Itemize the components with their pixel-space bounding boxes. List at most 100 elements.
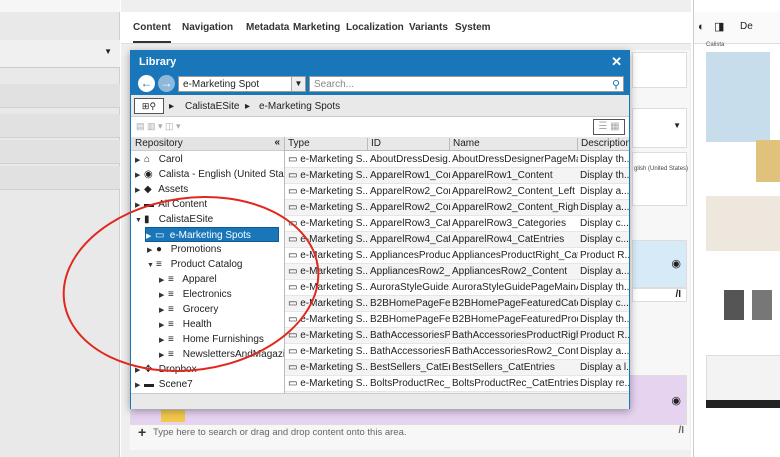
table-row[interactable]: ▭ e-Marketing S... BoltsProductRec_... Bol…: [285, 376, 629, 392]
tab-metadata[interactable]: Metadata: [246, 22, 289, 33]
cell-id: BoltsProductRec_...: [370, 378, 450, 389]
column-header-description[interactable]: Description: [577, 138, 629, 151]
cell-desc: Display a...: [580, 202, 629, 213]
tree-node[interactable]: ▶ ◆ Assets: [135, 182, 188, 197]
column-header-type[interactable]: Type: [285, 138, 367, 151]
left-dropdown[interactable]: ▼: [0, 40, 120, 68]
edit-icon[interactable]: /I: [675, 289, 681, 300]
preview-header: ◐ ◨ De: [694, 12, 780, 44]
search-placeholder: Search...: [314, 79, 355, 90]
table-row[interactable]: ▭ e-Marketing S... BathAccessoriesP... Bat…: [285, 328, 629, 344]
cell-type: ▭ e-Marketing S...: [288, 362, 368, 373]
globe-icon[interactable]: ◉: [671, 394, 681, 407]
table-row[interactable]: ▭ e-Marketing S...ApparelRow3_Cat...Appa…: [285, 216, 629, 232]
cell-type: ▭ e-Marketing S...: [288, 346, 368, 357]
left-row[interactable]: [0, 84, 120, 108]
content-card: ▼: [632, 108, 687, 148]
globe-icon: ◉: [144, 169, 153, 180]
tree-node-label: Carol: [156, 154, 183, 165]
caret-right-icon[interactable]: ▶: [135, 183, 144, 198]
content-type-value: e-Marketing Spot: [183, 79, 260, 90]
chevron-right-icon: ▸: [245, 101, 251, 112]
cell-name: ApparelRow2_Content_Left: [452, 186, 575, 197]
left-row[interactable]: [0, 114, 120, 138]
tab-localization[interactable]: Localization: [346, 22, 404, 33]
table-row[interactable]: ▭ e-Marketing S...B2BHomePageFe...B2BHom…: [285, 296, 629, 312]
tree-node[interactable]: ▶ ⌂ Carol: [135, 152, 183, 167]
cell-desc: Display th...: [580, 282, 629, 293]
cell-name: B2BHomePageFeaturedProducts: [452, 314, 578, 325]
cell-desc: Display re...: [580, 378, 629, 389]
table-row[interactable]: ▭ e-Marketing S...B2BHomePageFe...B2BHom…: [285, 312, 629, 328]
cell-id: BestSellers_CatEn...: [370, 362, 450, 373]
search-input[interactable]: Search... ⚲: [309, 76, 624, 92]
table-row[interactable]: ▭ e-Marketing S...ApparelRow2_Con...Appa…: [285, 200, 629, 216]
table-row[interactable]: ▭ e-Marketing S... AuroraStyleGuide... Aur…: [285, 280, 629, 296]
cell-id: BathAccessoriesR...: [370, 346, 450, 357]
forward-icon[interactable]: →: [158, 75, 175, 92]
cell-id: B2BHomePageFe...: [370, 314, 450, 325]
content-type-select[interactable]: e-Marketing Spot ▼: [178, 76, 306, 92]
chevron-down-icon: ▼: [104, 47, 112, 56]
drop-area[interactable]: + Type here to search or drag and drop c…: [138, 424, 690, 441]
table-row[interactable]: ▭ e-Marketing S... AboutDressDesig... Abou…: [285, 152, 629, 168]
table-row[interactable]: ▭ e-Marketing S...ApparelRow4_Cat...Appa…: [285, 232, 629, 248]
cell-id: AboutDressDesig...: [370, 154, 450, 165]
thumbnail-image: [161, 410, 185, 422]
table-row[interactable]: ▭ e-Marketing S...AppliancesProduc...App…: [285, 248, 629, 264]
cell-name: ApparelRow1_Content: [452, 170, 553, 181]
tab-system[interactable]: System: [455, 22, 491, 33]
cell-id: AppliancesRow2_...: [370, 266, 450, 277]
collapse-icon[interactable]: «: [274, 137, 280, 148]
search-icon[interactable]: ⚲: [612, 78, 620, 91]
preview-image: [752, 290, 772, 320]
preview-image: [706, 196, 780, 251]
panel-icon[interactable]: ◨: [714, 20, 724, 33]
table-row[interactable]: ▭ e-Marketing S...BestSellers_CatEn...Be…: [285, 360, 629, 376]
device-label[interactable]: De: [740, 21, 753, 32]
tree-node-label: Assets: [156, 184, 189, 195]
cell-id: ApparelRow2_Con...: [370, 202, 450, 213]
cell-desc: Display c...: [580, 298, 629, 309]
caret-right-icon[interactable]: ▶: [135, 378, 144, 393]
globe-icon[interactable]: ◉: [671, 257, 681, 270]
cell-type: ▭ e-Marketing S...: [288, 378, 368, 389]
edit-icon[interactable]: /I: [678, 425, 684, 436]
cell-name: BoltsProductRec_CatEntries: [452, 378, 578, 389]
left-row[interactable]: [0, 166, 120, 190]
table-row[interactable]: ▭ e-Marketing S...BathAccessoriesR...Bat…: [285, 344, 629, 360]
left-row[interactable]: [0, 140, 120, 164]
right-preview-panel: ◐ ◨ De Calista: [693, 0, 780, 457]
tree-node[interactable]: ▶ ▬ Scene7: [135, 377, 193, 392]
preview-image: [724, 290, 744, 320]
content-grid: Type ID Name Description ▭ e-Marketing S…: [285, 137, 629, 393]
tree-node[interactable]: ▶◉ Calista - English (United States): [135, 167, 284, 183]
breadcrumb-item[interactable]: CalistaESite: [185, 101, 239, 112]
action-icons[interactable]: ▤ ▥ ▾ ◫ ▾: [136, 121, 181, 132]
cell-id: ApparelRow2_Con...: [370, 186, 450, 197]
caret-right-icon[interactable]: ▶: [135, 168, 144, 183]
chevron-down-icon: ▼: [673, 121, 681, 130]
caret-right-icon[interactable]: ▶: [135, 153, 144, 168]
table-row[interactable]: ▭ e-Marketing S... AppliancesRow2_... Appl…: [285, 264, 629, 280]
chevron-down-icon: ▼: [291, 77, 305, 91]
table-row[interactable]: ▭ e-Marketing S...ApparelRow1_Con...Appa…: [285, 168, 629, 184]
cell-name: AppliancesRow2_Content: [452, 266, 568, 277]
tree-view-toggle[interactable]: ⊞⚲: [134, 98, 164, 114]
cell-desc: Display th...: [580, 154, 629, 165]
column-header-id[interactable]: ID: [367, 138, 449, 151]
palette-icon[interactable]: ◐: [698, 21, 705, 33]
repository-header: Repository «: [131, 137, 284, 151]
view-switch[interactable]: ☰ ▦: [593, 119, 625, 135]
table-row[interactable]: ▭ e-Marketing S...ApparelRow2_Con...Appa…: [285, 184, 629, 200]
plus-icon[interactable]: +: [138, 424, 146, 440]
tab-navigation[interactable]: Navigation: [182, 22, 233, 33]
spot-icon: ▭: [288, 154, 301, 165]
tab-marketing[interactable]: Marketing: [293, 22, 340, 33]
breadcrumb-item[interactable]: e-Marketing Spots: [259, 101, 340, 112]
column-header-name[interactable]: Name: [449, 138, 577, 151]
close-icon[interactable]: ✕: [611, 54, 622, 70]
back-icon[interactable]: ←: [138, 75, 155, 92]
tab-content[interactable]: Content: [133, 22, 171, 43]
tab-variants[interactable]: Variants: [409, 22, 448, 33]
